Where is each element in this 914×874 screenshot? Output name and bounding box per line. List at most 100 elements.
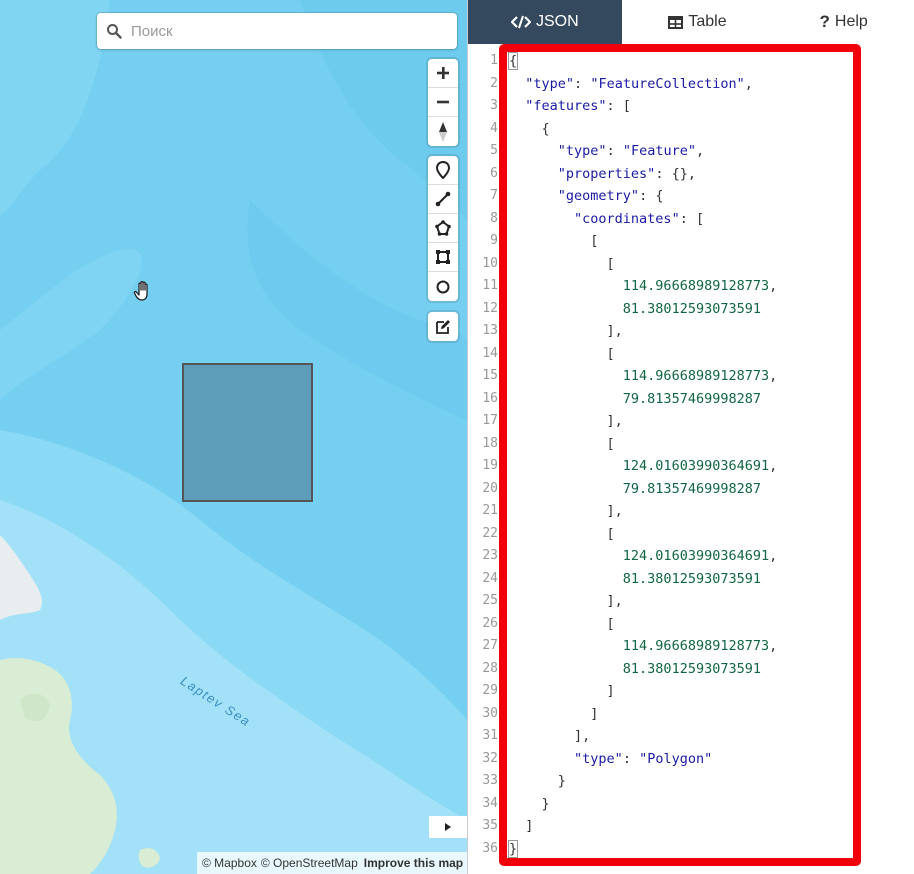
code-line: [	[509, 233, 599, 249]
line-number: 25	[482, 593, 498, 608]
search-box[interactable]	[97, 13, 457, 49]
compass-button[interactable]	[428, 117, 458, 146]
line-number: 24	[482, 570, 498, 586]
draw-rectangle-button[interactable]	[428, 243, 458, 272]
osm-attribution-link[interactable]: © OpenStreetMap	[261, 856, 358, 870]
line-number: 28	[482, 660, 498, 676]
code-line: ],	[509, 413, 623, 429]
triangle-right-icon	[445, 823, 451, 831]
line-number: 15	[482, 368, 498, 383]
code-line: ],	[509, 503, 623, 519]
line-number: 7	[490, 188, 498, 203]
code-line: ]	[509, 683, 615, 699]
question-icon: ?	[819, 12, 830, 31]
line-number: 16	[482, 390, 498, 406]
circle-icon	[436, 280, 450, 293]
minus-icon	[437, 100, 449, 104]
code-line: 124.01603990364691,	[622, 458, 778, 474]
code-line: "coordinates": [	[574, 210, 705, 227]
plus-icon	[437, 67, 449, 79]
draw-polygon-button[interactable]	[428, 214, 458, 243]
code-area[interactable]: { "type": "FeatureCollection", "features…	[507, 50, 778, 860]
code-line: "type": "FeatureCollection",	[525, 75, 753, 92]
improve-map-link[interactable]: Improve this map	[364, 856, 463, 870]
line-number: 35	[482, 818, 498, 833]
code-line: {	[509, 120, 550, 137]
mapbox-attribution-link[interactable]: © Mapbox	[202, 856, 257, 870]
code-line: {	[507, 52, 519, 70]
code-line: 81.38012593073591	[622, 660, 761, 677]
code-line: ],	[509, 323, 623, 339]
code-line: "type": "Feature",	[557, 143, 705, 159]
line-number: 10	[482, 255, 498, 271]
draw-line-button[interactable]	[428, 185, 458, 214]
code-line: 79.81357469998287	[622, 480, 761, 497]
code-line: "geometry": {	[557, 188, 664, 204]
line-number: 5	[490, 143, 498, 158]
table-icon	[668, 15, 684, 29]
search-input[interactable]	[131, 22, 431, 40]
code-line: }	[507, 839, 519, 858]
search-icon	[97, 13, 131, 49]
code-line: 81.38012593073591	[622, 570, 761, 587]
hand-cursor-icon	[133, 280, 153, 307]
code-line: "features": [	[525, 98, 631, 114]
code-line: "type": "Polygon"	[574, 750, 713, 767]
draw-point-button[interactable]	[428, 156, 458, 185]
tab-json[interactable]: JSON	[468, 0, 622, 44]
draw-circle-button[interactable]	[428, 272, 458, 301]
code-line: ],	[509, 728, 591, 744]
code-line: [	[509, 525, 615, 542]
line-number: 22	[482, 525, 498, 541]
panel-tabs: JSON Table ? Help	[468, 0, 914, 44]
tab-help-label: Help	[834, 13, 868, 30]
tab-table-label: Table	[688, 13, 727, 30]
line-number: 20	[482, 480, 498, 496]
line-number: 17	[482, 413, 498, 428]
code-line: "properties": {},	[557, 165, 696, 182]
code-line: ]	[509, 705, 599, 722]
line-number: 13	[482, 323, 498, 338]
json-editor[interactable]: 1 2 3 4 5 6 7 8 9 10 11 12 13 14 15 16 17 18 19 20 21 22 23 24 2…	[468, 44, 914, 874]
code-line: [	[509, 435, 615, 452]
line-number: 31	[482, 728, 498, 743]
map-attribution: © Mapbox © OpenStreetMap Improve this ma…	[197, 852, 467, 874]
code-line: 114.96668989128773,	[622, 368, 778, 384]
draw-toolbar	[428, 156, 458, 301]
polygon-icon	[435, 220, 451, 236]
line-number: 33	[482, 773, 498, 788]
line-number: 9	[490, 233, 498, 248]
code-line: ]	[509, 818, 534, 834]
line-number: 8	[490, 210, 498, 226]
line-number: 32	[482, 750, 498, 766]
zoom-in-button[interactable]	[428, 59, 458, 88]
zoom-out-button[interactable]	[428, 88, 458, 117]
code-line: [	[509, 615, 615, 632]
tab-table[interactable]: Table	[622, 0, 774, 44]
compass-icon	[439, 121, 447, 142]
line-number-gutter: 1 2 3 4 5 6 7 8 9 10 11 12 13 14 15 16 17 18 19 20 21 22 23 24 2…	[468, 50, 498, 860]
rectangle-icon	[436, 250, 450, 264]
line-number: 30	[482, 705, 498, 721]
line-number: 36	[482, 840, 498, 856]
code-line: }	[509, 773, 566, 789]
map-view[interactable]: Laptev Sea © Mapbox © OpenStreetMap Impr…	[0, 0, 467, 874]
line-number: 14	[482, 345, 498, 361]
line-number: 2	[490, 75, 498, 91]
edit-toolbar	[428, 312, 458, 341]
drawn-polygon[interactable]	[182, 363, 313, 502]
line-number: 27	[482, 638, 498, 653]
line-number: 3	[490, 98, 498, 113]
tab-help[interactable]: ? Help	[773, 0, 914, 44]
code-line: ],	[509, 593, 623, 609]
line-number: 34	[482, 795, 498, 811]
line-number: 29	[482, 683, 498, 698]
line-number: 6	[490, 165, 498, 181]
edit-icon	[436, 319, 450, 334]
line-number: 11	[482, 278, 498, 293]
code-line: [	[509, 345, 615, 362]
edit-features-button[interactable]	[428, 312, 458, 341]
line-number: 19	[482, 458, 498, 473]
collapse-panel-button[interactable]	[429, 816, 467, 838]
marker-icon	[436, 161, 450, 179]
